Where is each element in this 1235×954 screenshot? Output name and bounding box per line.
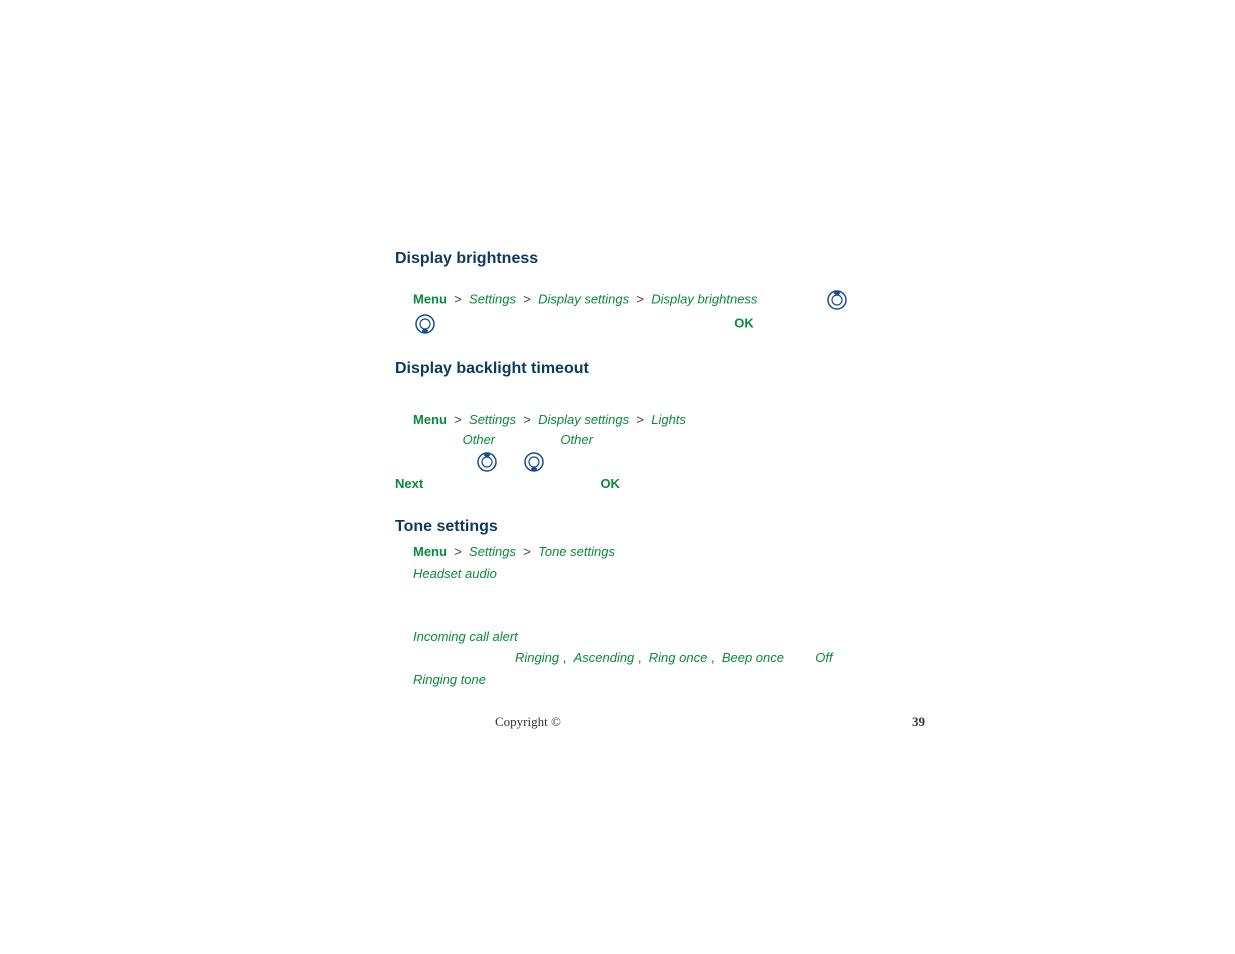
heading-backlight-timeout: Display backlight timeout (395, 360, 925, 378)
opt-off: Off (815, 650, 832, 665)
menu-label-2: Menu (413, 412, 447, 427)
menu-label: Menu (413, 291, 447, 306)
opt-ascending: Ascending (574, 650, 635, 665)
opt-beep-once: Beep once (722, 650, 784, 665)
path-settings: Settings (469, 291, 516, 306)
ok-label-2: OK (600, 476, 620, 491)
nav-down-icon-2 (522, 450, 546, 474)
heading-display-brightness: Display brightness (395, 250, 925, 268)
footer-copyright: Copyright © (395, 714, 561, 730)
backlight-instruction-line4: Next OK (395, 474, 925, 494)
brightness-instruction-line2: OK (395, 312, 925, 336)
menu-label-3: Menu (413, 544, 447, 559)
nav-up-icon (825, 288, 849, 312)
footer-page-number: 39 (912, 714, 925, 730)
backlight-instruction-line1: Menu > Settings > Display settings > Lig… (395, 410, 925, 430)
opt-ring-once: Ring once (649, 650, 708, 665)
backlight-instruction-line2: Other Other (395, 430, 925, 450)
option-headset-audio: Headset audio (413, 566, 925, 581)
document-page: Display brightness Menu > Settings > Dis… (0, 0, 1235, 954)
tone-instruction-line1: Menu > Settings > Tone settings (395, 542, 925, 562)
opt-ringing: Ringing (515, 650, 559, 665)
path-display-brightness: Display brightness (651, 291, 757, 306)
page-content: Display brightness Menu > Settings > Dis… (395, 240, 925, 691)
path-lights: Lights (651, 412, 686, 427)
path-tone-settings: Tone settings (538, 544, 615, 559)
path-other-2: Other (560, 432, 593, 447)
path-other-1: Other (463, 432, 496, 447)
next-label: Next (395, 476, 423, 491)
path-settings-3: Settings (469, 544, 516, 559)
path-settings-2: Settings (469, 412, 516, 427)
incoming-call-options: Ringing , Ascending , Ring once , Beep o… (395, 648, 925, 668)
nav-up-icon-2 (475, 450, 499, 474)
option-incoming-call-alert: Incoming call alert (413, 629, 925, 644)
path-display-settings: Display settings (538, 291, 629, 306)
page-footer: Copyright © 39 (395, 714, 925, 730)
heading-tone-settings: Tone settings (395, 518, 925, 536)
path-display-settings-2: Display settings (538, 412, 629, 427)
option-ringing-tone: Ringing tone (413, 672, 925, 687)
brightness-instruction-line1: Menu > Settings > Display settings > Dis… (395, 288, 925, 312)
ok-label: OK (734, 315, 754, 330)
nav-down-icon (413, 312, 437, 336)
backlight-instruction-line3 (395, 450, 925, 474)
